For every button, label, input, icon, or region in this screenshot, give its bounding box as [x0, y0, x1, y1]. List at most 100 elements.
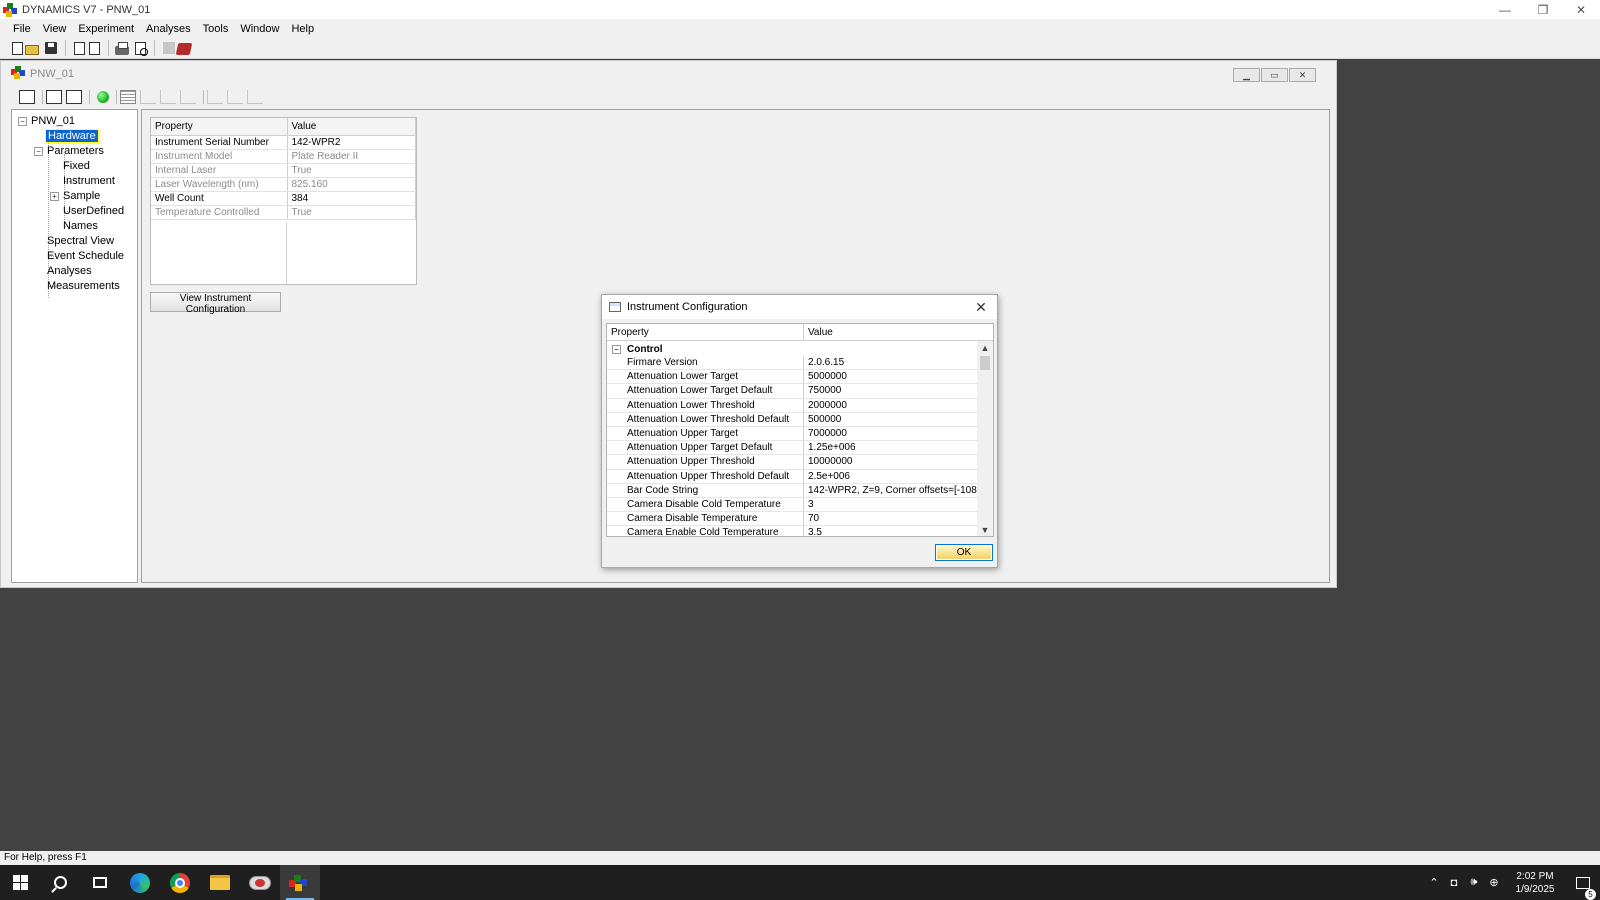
property-value[interactable]: 3.5 — [804, 526, 978, 536]
close-button[interactable]: ✕ — [1562, 0, 1600, 19]
help-book-icon[interactable] — [175, 43, 193, 55]
menu-experiment[interactable]: Experiment — [72, 23, 140, 35]
tree-node-instrument[interactable]: Instrument — [63, 175, 115, 187]
taskbar-file-explorer[interactable] — [200, 865, 240, 900]
tree-collapse-parameters[interactable]: − — [34, 147, 43, 156]
tree-expand-sample[interactable]: + — [50, 192, 59, 201]
tree-node-measurements[interactable]: Measurements — [47, 280, 120, 292]
show-hidden-icons-chevron-icon[interactable]: ⌃ — [1424, 876, 1444, 889]
property-value[interactable]: 10000000 — [804, 455, 978, 470]
taskbar-edge[interactable] — [120, 865, 160, 900]
taskbar-clock[interactable]: 2:02 PM 1/9/2025 — [1504, 870, 1566, 896]
tree-node-hardware[interactable]: Hardware — [45, 129, 99, 143]
taskbar-dynamics[interactable] — [280, 865, 320, 900]
table-row[interactable]: Attenuation Lower Target 5000000 — [607, 370, 978, 385]
table-row[interactable]: Camera Disable Cold Temperature 3 — [607, 497, 978, 513]
minimize-button[interactable]: — — [1486, 0, 1524, 19]
print-icon[interactable] — [115, 41, 129, 55]
property-value[interactable]: 2000000 — [804, 399, 978, 413]
camera-icon[interactable]: ◘ — [1444, 877, 1464, 889]
export-icon[interactable] — [74, 41, 85, 55]
property-value[interactable]: 384 — [287, 191, 416, 206]
menu-view[interactable]: View — [37, 23, 73, 35]
table-row[interactable]: Attenuation Lower Threshold 2000000 — [607, 398, 978, 413]
table-row[interactable]: Firmare Version 2.0.6.15 — [607, 356, 978, 371]
add-step-icon[interactable] — [19, 90, 35, 104]
plate-view-icon[interactable] — [66, 90, 82, 104]
table-row[interactable]: Attenuation Lower Target Default 750000 — [607, 384, 978, 399]
table-row[interactable]: Attenuation Lower Threshold Default 50000… — [607, 412, 978, 427]
tree-node-event-schedule[interactable]: Event Schedule — [47, 250, 124, 262]
notification-center-button[interactable]: 5 — [1566, 876, 1600, 900]
property-value[interactable]: 750000 — [804, 384, 978, 399]
property-value[interactable]: 500000 — [804, 413, 978, 427]
tree-node-root[interactable]: PNW_01 — [31, 115, 75, 127]
vertical-scrollbar[interactable]: ▲ ▼ — [977, 341, 993, 536]
table-row[interactable]: Instrument Serial Number 142-WPR2 — [151, 135, 416, 150]
scrollbar-thumb[interactable] — [980, 356, 990, 370]
taskbar-app[interactable] — [240, 865, 280, 900]
tree-node-parameters[interactable]: Parameters — [47, 145, 104, 157]
table-row[interactable]: Bar Code String 142-WPR2, Z=9, Corner off… — [607, 483, 978, 498]
column-header-value[interactable]: Value — [287, 118, 416, 136]
image-view-icon[interactable] — [46, 90, 62, 104]
print-preview-icon[interactable] — [135, 41, 148, 56]
table-row[interactable]: Camera Enable Cold Temperature 3.5 — [607, 526, 978, 536]
copy-icon[interactable] — [89, 41, 100, 55]
collapse-icon[interactable]: − — [612, 344, 621, 354]
taskbar-chrome[interactable] — [160, 865, 200, 900]
menu-help[interactable]: Help — [285, 23, 320, 35]
property-value[interactable]: 142-WPR2, Z=9, Corner offsets=[-108,93].… — [804, 484, 978, 498]
category-row-control[interactable]: − Control — [607, 342, 978, 356]
save-icon[interactable] — [45, 42, 57, 54]
property-value[interactable]: 7000000 — [804, 427, 978, 442]
table-row[interactable]: Instrument Model Plate Reader II — [151, 149, 416, 164]
property-value[interactable]: 2.5e+006 — [804, 470, 978, 484]
tree-node-names[interactable]: Names — [63, 220, 98, 232]
table-row[interactable]: Temperature Controlled True — [151, 205, 416, 220]
tree-node-sample[interactable]: Sample — [63, 190, 100, 202]
property-value[interactable]: 5000000 — [804, 370, 978, 385]
run-icon[interactable] — [97, 91, 109, 103]
table-row[interactable]: Camera Disable Temperature 70 — [607, 512, 978, 527]
table-row[interactable]: Well Count 384 — [151, 191, 416, 206]
property-value[interactable]: 2.0.6.15 — [804, 356, 978, 371]
table-row[interactable]: Internal Laser True — [151, 163, 416, 178]
property-value[interactable]: 1.25e+006 — [804, 441, 978, 456]
menu-tools[interactable]: Tools — [197, 23, 235, 35]
tree-node-userdefined[interactable]: UserDefined — [63, 205, 124, 217]
ok-button[interactable]: OK — [935, 544, 993, 561]
column-header-property[interactable]: Property — [151, 118, 288, 136]
table-row[interactable]: Attenuation Upper Threshold Default 2.5e+… — [607, 469, 978, 484]
network-globe-icon[interactable]: ⊕ — [1484, 876, 1504, 889]
menu-file[interactable]: File — [7, 23, 37, 35]
start-button[interactable] — [0, 865, 40, 900]
new-file-icon[interactable] — [12, 41, 23, 55]
task-view-button[interactable] — [80, 865, 120, 900]
table-row[interactable]: Attenuation Upper Target 7000000 — [607, 426, 978, 442]
column-header-value[interactable]: Value — [804, 324, 993, 341]
child-close-button[interactable]: ✕ — [1289, 68, 1316, 82]
dialog-close-icon[interactable]: ✕ — [973, 299, 989, 315]
table-row[interactable]: Laser Wavelength (nm) 825.160 — [151, 177, 416, 192]
table-row[interactable]: Attenuation Upper Target Default 1.25e+00… — [607, 441, 978, 456]
child-minimize-button[interactable]: ▁ — [1233, 68, 1260, 82]
view-instrument-configuration-button[interactable]: View Instrument Configuration — [150, 292, 281, 315]
volume-icon[interactable]: 🕪 — [1464, 876, 1484, 889]
restore-button[interactable]: ❐ — [1524, 0, 1562, 19]
menu-analyses[interactable]: Analyses — [140, 23, 197, 35]
column-header-property[interactable]: Property — [607, 324, 804, 341]
scroll-down-icon[interactable]: ▼ — [977, 523, 993, 536]
tree-node-analyses[interactable]: Analyses — [47, 265, 92, 277]
tree-node-spectral-view[interactable]: Spectral View — [47, 235, 114, 247]
child-restore-button[interactable]: ▭ — [1261, 68, 1288, 82]
scroll-up-icon[interactable]: ▲ — [977, 341, 993, 355]
menu-window[interactable]: Window — [234, 23, 285, 35]
property-value[interactable]: 3 — [804, 498, 978, 513]
tree-collapse-root[interactable]: − — [18, 117, 27, 126]
property-value[interactable]: 142-WPR2 — [287, 135, 416, 150]
table-view-icon[interactable] — [120, 90, 136, 104]
taskbar-search-button[interactable] — [40, 865, 80, 900]
property-value[interactable]: 70 — [804, 512, 978, 527]
open-folder-icon[interactable] — [25, 44, 39, 55]
